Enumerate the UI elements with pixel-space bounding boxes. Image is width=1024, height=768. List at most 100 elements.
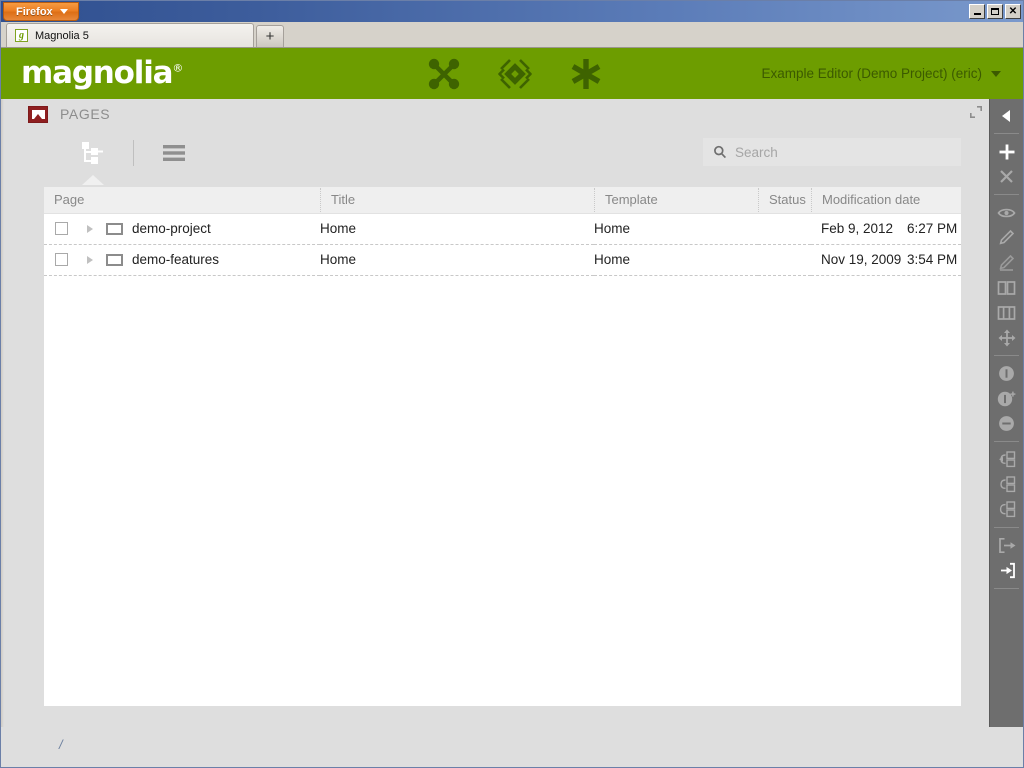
cell-modification-date: Feb 9, 2012 6:27 PM xyxy=(811,213,961,245)
new-tab-button[interactable]: + xyxy=(256,25,284,47)
content-toolbar: Search xyxy=(1,129,1023,176)
unpublish-icon[interactable] xyxy=(990,411,1023,436)
column-header-modification-date[interactable]: Modification date xyxy=(811,187,961,214)
cell-title: Home xyxy=(320,213,594,245)
app-header: PAGES xyxy=(1,99,1023,129)
cell-status xyxy=(758,213,811,245)
pages-content-panel: Page Title Template Status Modification … xyxy=(44,187,961,706)
delete-icon[interactable] xyxy=(990,164,1023,189)
browser-tabstrip: g Magnolia 5 + xyxy=(1,22,1023,48)
version-page-icon[interactable] xyxy=(990,472,1023,497)
search-placeholder: Search xyxy=(735,144,778,160)
cell-modification-date: Nov 19, 2009 3:54 PM xyxy=(811,244,961,276)
collapse-arrow-icon[interactable] xyxy=(990,103,1023,128)
cell-status xyxy=(758,244,811,276)
page-title: PAGES xyxy=(60,106,111,122)
action-bar xyxy=(989,99,1023,767)
modification-time-label: 6:27 PM xyxy=(907,221,958,236)
window-maximize-button[interactable] xyxy=(987,4,1003,19)
breadcrumb: / xyxy=(59,737,63,752)
registered-mark: ® xyxy=(172,61,183,75)
chevron-down-icon xyxy=(991,70,1001,77)
action-divider xyxy=(994,527,1019,528)
action-divider xyxy=(994,133,1019,134)
magnolia-brandbar: magnolia® Example Editor (Demo Project) … xyxy=(1,48,1023,99)
toolbar-divider xyxy=(133,139,134,166)
column-header-template[interactable]: Template xyxy=(594,187,758,214)
expand-triangle-icon[interactable] xyxy=(87,224,93,233)
chevron-down-icon xyxy=(59,9,68,14)
cell-page[interactable]: demo-features xyxy=(44,244,320,276)
window-minimize-button[interactable] xyxy=(969,4,985,19)
move-icon[interactable] xyxy=(990,325,1023,350)
modification-time-label: 3:54 PM xyxy=(907,252,958,267)
window-controls: ✕ xyxy=(969,4,1021,19)
tree-view-tab[interactable] xyxy=(71,130,115,176)
page-node-icon xyxy=(106,253,123,266)
duplicate-pages-icon[interactable] xyxy=(990,275,1023,300)
user-menu-label: Example Editor (Demo Project) (eric) xyxy=(761,66,982,81)
firefox-menu-label: Firefox xyxy=(16,5,53,18)
cell-template: Home xyxy=(594,244,758,276)
action-divider xyxy=(994,588,1019,589)
copy-page-icon[interactable] xyxy=(990,447,1023,472)
restore-page-icon[interactable] xyxy=(990,497,1023,522)
cell-title: Home xyxy=(320,244,594,276)
browser-tab[interactable]: g Magnolia 5 xyxy=(6,23,254,47)
app-body: PAGES Search Page Title Template Status … xyxy=(1,99,1023,767)
asterisk-icon[interactable] xyxy=(568,56,604,92)
publish-info-icon[interactable] xyxy=(990,361,1023,386)
export-icon[interactable] xyxy=(990,533,1023,558)
firefox-menu-button[interactable]: Firefox xyxy=(3,2,79,21)
page-name-label: demo-features xyxy=(132,252,220,267)
pages-table: Page Title Template Status Modification … xyxy=(44,187,961,276)
magnolia-favicon-icon: g xyxy=(15,29,28,42)
import-icon[interactable] xyxy=(990,558,1023,583)
rename-pencil-icon[interactable] xyxy=(990,250,1023,275)
publish-incl-subpages-icon[interactable] xyxy=(990,386,1023,411)
search-icon xyxy=(714,145,727,159)
status-bar: / xyxy=(1,727,1023,767)
modification-date-label: Nov 19, 2009 xyxy=(821,252,902,267)
action-divider xyxy=(994,194,1019,195)
app-launcher-icons xyxy=(426,48,604,99)
pulse-icon[interactable] xyxy=(426,56,462,92)
column-header-status[interactable]: Status xyxy=(758,187,811,214)
table-header-row: Page Title Template Status Modification … xyxy=(44,187,961,214)
user-menu[interactable]: Example Editor (Demo Project) (eric) xyxy=(761,66,1001,81)
cell-page[interactable]: demo-project xyxy=(44,213,320,245)
action-divider xyxy=(994,355,1019,356)
browser-titlebar: Firefox ✕ xyxy=(1,1,1023,22)
column-header-page[interactable]: Page xyxy=(44,187,320,214)
add-icon[interactable] xyxy=(990,139,1023,164)
view-switcher xyxy=(71,130,196,176)
table-row[interactable]: demo-features Home Home Nov 19, 2009 3:5… xyxy=(44,244,961,276)
page-properties-icon[interactable] xyxy=(990,300,1023,325)
tree-view-icon xyxy=(82,141,103,164)
page-node-icon xyxy=(106,222,123,235)
diamond-pattern-icon[interactable] xyxy=(497,56,533,92)
row-checkbox[interactable] xyxy=(55,222,68,235)
preview-eye-icon[interactable] xyxy=(990,200,1023,225)
list-view-icon xyxy=(163,144,185,161)
column-header-title[interactable]: Title xyxy=(320,187,594,214)
edit-pencil-icon[interactable] xyxy=(990,225,1023,250)
expand-triangle-icon[interactable] xyxy=(87,255,93,264)
action-divider xyxy=(994,441,1019,442)
list-view-tab[interactable] xyxy=(152,130,196,176)
row-checkbox[interactable] xyxy=(55,253,68,266)
page-name-label: demo-project xyxy=(132,221,211,236)
cell-template: Home xyxy=(594,213,758,245)
left-edge-shadow xyxy=(1,99,4,767)
browser-tab-label: Magnolia 5 xyxy=(35,29,89,42)
window-close-button[interactable]: ✕ xyxy=(1005,4,1021,19)
magnolia-logo-text: magnolia xyxy=(21,55,174,91)
modification-date-label: Feb 9, 2012 xyxy=(821,221,894,236)
magnolia-logo: magnolia® xyxy=(21,55,183,91)
pages-app-icon xyxy=(28,105,48,123)
table-row[interactable]: demo-project Home Home Feb 9, 2012 6:27 … xyxy=(44,213,961,245)
os-window: Firefox ✕ g Magnolia 5 + magnolia® Examp… xyxy=(0,0,1024,768)
maximize-app-icon[interactable] xyxy=(969,105,983,124)
new-tab-label: + xyxy=(265,28,275,45)
search-input[interactable]: Search xyxy=(703,138,961,166)
